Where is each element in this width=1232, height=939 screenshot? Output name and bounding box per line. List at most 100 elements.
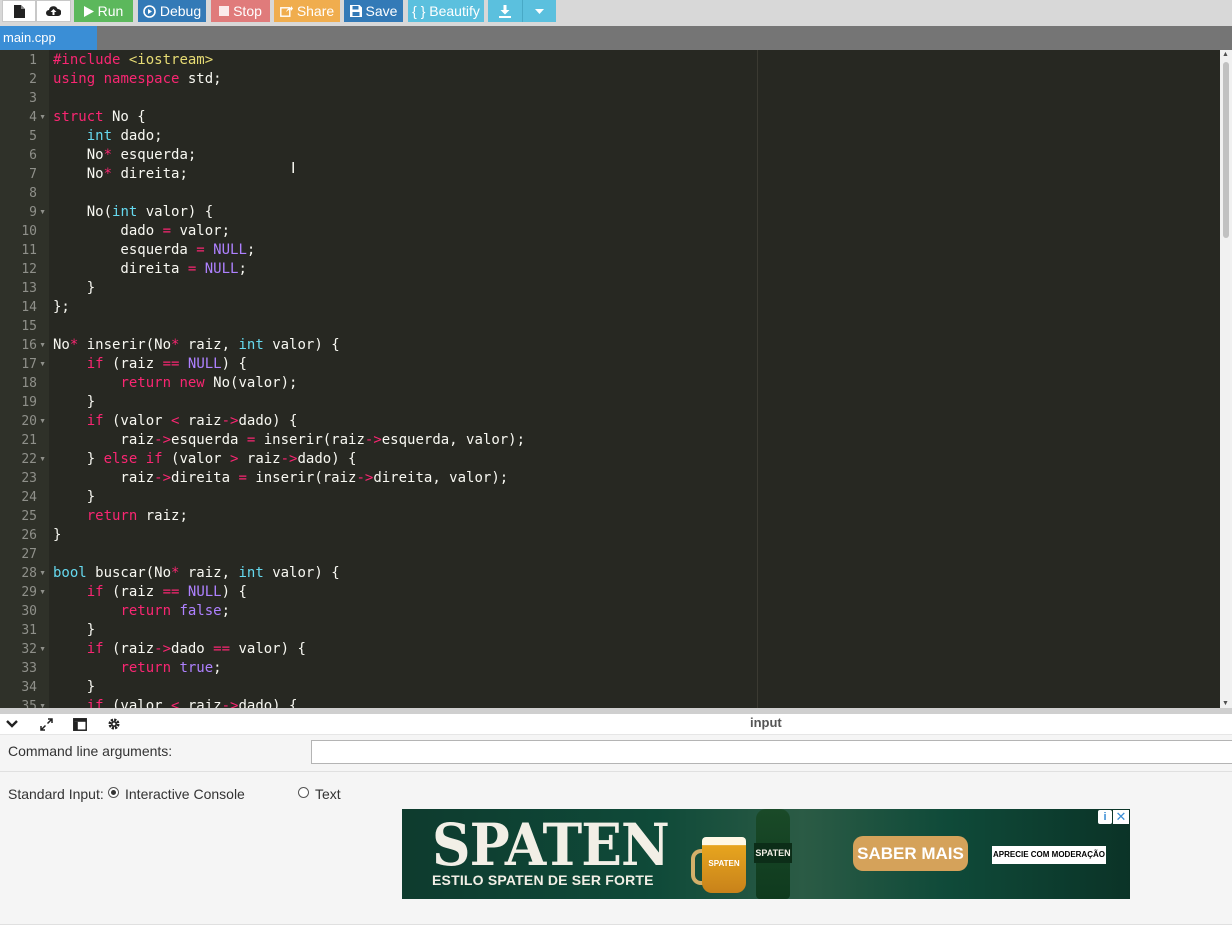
fold-arrow-icon[interactable]: ▼ [39,640,46,659]
command-line-args-input[interactable] [311,740,1232,764]
code-line[interactable]: if (raiz == NULL) { [53,355,247,374]
debug-button[interactable]: Debug [138,0,206,22]
code-line[interactable]: if (valor < raiz->dado) { [53,697,298,708]
code-line[interactable]: using namespace std; [53,70,222,89]
code-token: true [179,660,214,676]
line-number: 8 [29,186,37,201]
code-line[interactable]: } [53,488,95,507]
text-radio[interactable] [298,787,309,798]
code-line[interactable]: return raiz; [53,507,188,526]
gutter-row: 32 ▼ [0,640,49,659]
code-token: direita [53,261,188,277]
gutter-row: 1 [0,51,49,70]
code-line[interactable]: No* esquerda; [53,146,197,165]
fold-arrow-icon[interactable]: ▼ [39,336,46,355]
scroll-up-icon[interactable]: ▲ [1222,51,1229,58]
code-token: -> [221,698,239,708]
code-token: false [179,603,222,619]
code-line[interactable]: } else if (valor > raiz->dado) { [53,450,357,469]
code-editor[interactable]: 1 2 3 4 ▼ 5 6 7 8 9 ▼ 10 11 12 13 14 15 16 ▼ 17 ▼ 18 19 20 ▼ 21 22… [0,50,1232,708]
code-token: raiz, [179,565,239,581]
scrollbar-thumb[interactable] [1223,62,1229,238]
code-line[interactable]: No* inserir(No* raiz, int valor) { [53,336,340,355]
code-line[interactable]: }; [53,298,70,317]
code-line[interactable]: bool buscar(No* raiz, int valor) { [53,564,340,583]
code-line[interactable]: esquerda = NULL; [53,241,255,260]
beautify-button[interactable]: { } Beautify [408,0,484,22]
code-token: inserir(raiz [246,470,357,486]
fold-arrow-icon[interactable]: ▼ [39,450,46,469]
text-option-label[interactable]: Text [315,786,341,802]
code-line[interactable]: } [53,621,95,640]
chevron-down-icon[interactable] [4,716,20,732]
code-line[interactable]: #include <iostream> [53,51,213,70]
editor-scrollbar[interactable]: ▲ ▼ [1220,50,1232,708]
code-line[interactable]: No(int valor) { [53,203,213,222]
code-line[interactable]: return new No(valor); [53,374,297,393]
code-line[interactable]: } [53,678,95,697]
scroll-down-icon[interactable]: ▼ [1222,700,1229,707]
code-token: valor) { [263,565,340,581]
gutter-row: 24 [0,488,49,507]
tab-main-cpp[interactable]: main.cpp [0,26,97,50]
info-icon[interactable]: i [1098,810,1112,824]
run-button[interactable]: Run [74,0,133,22]
ad-banner[interactable]: SPATEN ESTILO SPATEN DE SER FORTE SPATEN… [402,809,1130,899]
ad-tagline: ESTILO SPATEN DE SER FORTE [432,872,654,888]
expand-icon[interactable] [38,716,54,732]
line-number: 14 [21,300,37,315]
fold-arrow-icon[interactable]: ▼ [39,697,46,708]
fold-arrow-icon[interactable]: ▼ [39,412,46,431]
code-line[interactable]: int dado; [53,127,163,146]
code-line[interactable]: if (raiz->dado == valor) { [53,640,306,659]
code-line[interactable]: } [53,526,61,545]
fold-arrow-icon[interactable]: ▼ [39,583,46,602]
code-token: ; [246,242,256,258]
upload-button[interactable] [36,0,71,22]
gutter-row: 26 [0,526,49,545]
ad-disclaimer: APRECIE COM MODERAÇÃO [992,846,1106,864]
code-token: direita [171,470,239,486]
close-icon[interactable]: ✕ [1113,810,1129,824]
code-line[interactable]: raiz->esquerda = inserir(raiz->esquerda,… [53,431,525,450]
line-number: 4 [29,110,37,125]
fold-arrow-icon[interactable]: ▼ [39,203,46,222]
code-line[interactable]: if (raiz == NULL) { [53,583,247,602]
code-token: } [53,622,96,638]
save-button[interactable]: Save [344,0,403,22]
code-line[interactable]: dado = valor; [53,222,230,241]
code-token: dado) { [238,413,298,429]
new-file-button[interactable] [2,0,36,22]
code-line[interactable]: struct No { [53,108,146,127]
run-label: Run [97,3,124,19]
fold-arrow-icon[interactable]: ▼ [39,108,46,127]
dropdown-button[interactable] [522,0,556,22]
code-line[interactable]: raiz->direita = inserir(raiz->direita, v… [53,469,508,488]
code-token: (valor [103,413,172,429]
code-line[interactable]: return true; [53,659,221,678]
code-line[interactable]: No* direita; [53,165,188,184]
code-line[interactable]: } [53,279,95,298]
download-button[interactable] [488,0,522,22]
code-token: (raiz [103,584,163,600]
stop-button[interactable]: Stop [211,0,270,22]
layout-icon[interactable] [72,716,88,732]
ad-cta-button[interactable]: SABER MAIS [853,836,968,871]
code-line[interactable]: return false; [53,602,230,621]
share-button[interactable]: Share [274,0,340,22]
fold-arrow-icon[interactable]: ▼ [39,355,46,374]
code-token: == [162,584,180,600]
code-content[interactable]: #include <iostream> using namespace std; s… [53,50,1220,708]
gear-icon[interactable] [106,716,122,732]
code-line[interactable]: direita = NULL; [53,260,246,279]
debug-label: Debug [159,3,202,19]
code-line[interactable]: if (valor < raiz->dado) { [53,412,298,431]
gutter-row: 20 ▼ [0,412,49,431]
fold-arrow-icon[interactable]: ▼ [39,564,46,583]
interactive-console-radio[interactable] [108,787,119,798]
code-line[interactable]: } [53,393,95,412]
interactive-console-label[interactable]: Interactive Console [125,786,245,802]
